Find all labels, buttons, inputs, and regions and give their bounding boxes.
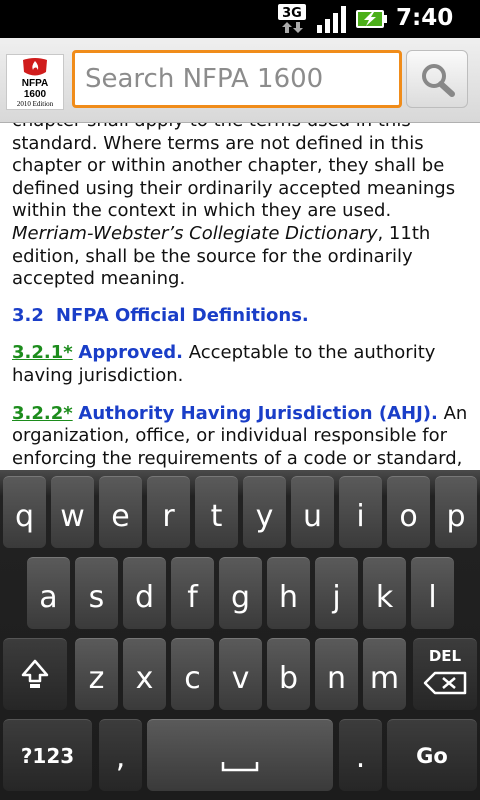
key-s[interactable]: s xyxy=(75,557,118,629)
search-button[interactable] xyxy=(406,50,468,108)
definition-item: 3.2.2* Authority Having Jurisdiction (AH… xyxy=(12,403,474,470)
backspace-icon xyxy=(423,671,467,695)
logo-line-1: NFPA xyxy=(21,78,49,89)
key-o[interactable]: o xyxy=(387,476,430,548)
dictionary-title: Merriam-Webster’s Collegiate Dictionary xyxy=(12,222,378,244)
key-u[interactable]: u xyxy=(291,476,334,548)
clock-time: 7:40 xyxy=(396,5,454,31)
nfpa-logo[interactable]: NFPA 1600 2010 Edition xyxy=(6,54,64,110)
key-c[interactable]: c xyxy=(171,638,214,710)
space-icon xyxy=(221,762,259,772)
svg-text:3G: 3G xyxy=(282,6,302,21)
key-t[interactable]: t xyxy=(195,476,238,548)
shift-key[interactable] xyxy=(3,638,67,710)
shift-icon xyxy=(21,659,49,688)
key-q[interactable]: q xyxy=(3,476,46,548)
definition-text: Acceptable to the authority having juris… xyxy=(12,342,436,386)
section-heading: 3.2 NFPA Official Definitions. xyxy=(12,305,474,328)
search-bar: NFPA 1600 2010 Edition xyxy=(0,38,480,123)
intro-paragraph: chapter shall apply to the terms used in… xyxy=(12,123,474,291)
key-h[interactable]: h xyxy=(267,557,310,629)
status-bar: 3G 7:40 PM xyxy=(0,0,480,55)
intro-text: chapter shall apply to the terms used in… xyxy=(12,123,456,222)
go-key[interactable]: Go xyxy=(387,719,477,791)
delete-label: DEL xyxy=(428,647,462,665)
definition-term: Approved. xyxy=(78,342,184,364)
search-input[interactable] xyxy=(72,50,402,108)
period-key[interactable]: . xyxy=(339,719,382,791)
definition-term: Authority Having Jurisdiction (AHJ). xyxy=(78,402,438,424)
key-w[interactable]: w xyxy=(51,476,94,548)
logo-line-2: 1600 xyxy=(23,89,47,100)
signal-icon xyxy=(317,6,346,33)
key-i[interactable]: i xyxy=(339,476,382,548)
key-l[interactable]: l xyxy=(411,557,454,629)
document-view[interactable]: chapter shall apply to the terms used in… xyxy=(0,123,480,470)
battery-charging-icon xyxy=(356,10,387,28)
key-a[interactable]: a xyxy=(27,557,70,629)
key-j[interactable]: j xyxy=(315,557,358,629)
key-g[interactable]: g xyxy=(219,557,262,629)
key-e[interactable]: e xyxy=(99,476,142,548)
search-icon xyxy=(422,64,455,97)
key-z[interactable]: z xyxy=(75,638,118,710)
key-n[interactable]: n xyxy=(315,638,358,710)
definition-link[interactable]: 3.2.1* xyxy=(12,342,73,363)
3g-data-icon: 3G xyxy=(278,4,306,33)
section-number: 3.2 xyxy=(12,304,44,326)
key-d[interactable]: d xyxy=(123,557,166,629)
section-title: NFPA Official Definitions. xyxy=(55,304,309,326)
delete-key[interactable]: DEL xyxy=(413,638,477,710)
key-b[interactable]: b xyxy=(267,638,310,710)
definition-link[interactable]: 3.2.2* xyxy=(12,403,73,424)
key-r[interactable]: r xyxy=(147,476,190,548)
document-text: chapter shall apply to the terms used in… xyxy=(12,123,474,470)
key-f[interactable]: f xyxy=(171,557,214,629)
space-key[interactable] xyxy=(147,719,333,791)
nfpa-seal-icon xyxy=(23,58,47,76)
key-k[interactable]: k xyxy=(363,557,406,629)
key-x[interactable]: x xyxy=(123,638,166,710)
logo-line-3: 2010 Edition xyxy=(16,100,54,108)
key-y[interactable]: y xyxy=(243,476,286,548)
comma-key[interactable]: , xyxy=(99,719,142,791)
key-v[interactable]: v xyxy=(219,638,262,710)
key-m[interactable]: m xyxy=(363,638,406,710)
symbols-key[interactable]: ?123 xyxy=(3,719,92,791)
soft-keyboard: q w e r t y u i o p a s d f g h j k l z … xyxy=(0,470,480,800)
key-p[interactable]: p xyxy=(435,476,477,548)
definition-item: 3.2.1* Approved. Acceptable to the autho… xyxy=(12,342,474,387)
